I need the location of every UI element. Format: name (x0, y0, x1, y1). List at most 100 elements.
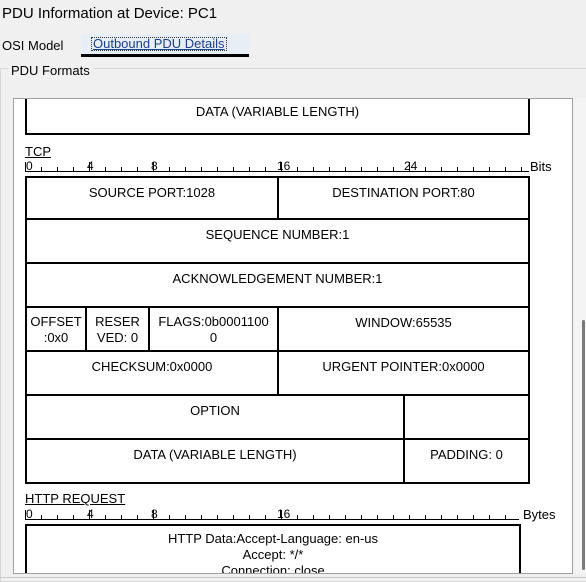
tcp-window-label: WINDOW:65535 (355, 315, 452, 330)
http-tick (233, 515, 234, 519)
tcp-urgent-pointer: URGENT POINTER:0x0000 (277, 352, 530, 396)
http-tick (377, 515, 378, 519)
tcp-tick (377, 167, 378, 171)
tcp-ruler-unit: Bits (530, 159, 552, 174)
http-tick (169, 515, 170, 519)
http-ruler-label: 8 (151, 507, 158, 521)
tcp-padding: PADDING: 0 (403, 440, 530, 484)
pdu-formats-label: PDU Formats (8, 63, 93, 78)
tcp-destination-port: DESTINATION PORT:80 (277, 176, 530, 220)
tcp-flags: FLAGS:0b0001100 0 (150, 308, 279, 352)
http-ruler-unit: Bytes (523, 507, 556, 522)
http-tick (329, 515, 330, 519)
tab-bar: OSI Model Outbound PDU Details (0, 34, 586, 58)
http-data-line3: Connection: close (221, 563, 325, 574)
tcp-ruler-label: 0 (26, 159, 33, 173)
http-tick (457, 515, 458, 519)
tcp-source-port-label: SOURCE PORT:1028 (88, 185, 216, 200)
http-data-line1: HTTP Data:Accept-Language: en-us (167, 531, 379, 546)
tcp-tick (185, 167, 186, 171)
tcp-tick (217, 167, 218, 171)
http-tick (185, 515, 186, 519)
tab-osi-model[interactable]: OSI Model (2, 34, 63, 56)
http-tick (313, 515, 314, 519)
http-data-line2: Accept: */* (242, 547, 304, 562)
ip-data-label: DATA (VARIABLE LENGTH) (195, 104, 360, 119)
ip-data-field: DATA (VARIABLE LENGTH) (25, 99, 530, 135)
tcp-ruler-label: 8 (151, 159, 158, 173)
tcp-sequence-number: SEQUENCE NUMBER:1 (25, 220, 530, 264)
http-tick (249, 515, 250, 519)
http-tick (425, 515, 426, 519)
tcp-destination-port-label: DESTINATION PORT:80 (332, 185, 475, 200)
tcp-option: OPTION (25, 396, 405, 440)
http-tick (201, 515, 202, 519)
http-title: HTTP REQUEST (25, 491, 126, 506)
tcp-tick (41, 167, 42, 171)
tcp-tick (313, 167, 314, 171)
tcp-tick (441, 167, 442, 171)
http-ruler-line (25, 519, 519, 520)
http-tick (361, 515, 362, 519)
tcp-tick (505, 167, 506, 171)
tcp-tick (249, 167, 250, 171)
tcp-tick (457, 167, 458, 171)
tcp-ruler-label: 24 (404, 159, 418, 173)
window-title: PDU Information at Device: PC1 (0, 0, 586, 30)
tcp-tick (73, 167, 74, 171)
tcp-source-port: SOURCE PORT:1028 (25, 176, 279, 220)
tab-outbound-pdu-details[interactable]: Outbound PDU Details (81, 34, 249, 57)
http-tick (217, 515, 218, 519)
tcp-tick (489, 167, 490, 171)
tcp-tick (521, 167, 522, 171)
tcp-flags-line2: 0 (209, 330, 218, 345)
tcp-reserved-line2: VED: 0 (96, 330, 139, 345)
tcp-tick (57, 167, 58, 171)
http-tick (105, 515, 106, 519)
tcp-tick (233, 167, 234, 171)
tcp-tick (201, 167, 202, 171)
scrollbar-thumb[interactable] (582, 320, 585, 570)
tcp-tick (393, 167, 394, 171)
tcp-tick (297, 167, 298, 171)
tcp-tick (105, 167, 106, 171)
tcp-checksum: CHECKSUM:0x0000 (25, 352, 279, 396)
tcp-checksum-label: CHECKSUM:0x0000 (91, 359, 213, 374)
tcp-reserved: RESER VED: 0 (87, 308, 150, 352)
bottom-divider (0, 577, 586, 578)
tcp-tick (121, 167, 122, 171)
http-tick (441, 515, 442, 519)
tcp-ruler-label: 4 (87, 159, 94, 173)
tcp-tick (169, 167, 170, 171)
tcp-reserved-line1: RESER (95, 314, 140, 329)
tcp-offset-line2: :0x0 (43, 330, 69, 345)
tcp-ruler-label: 16 (277, 159, 291, 173)
pdu-scroll-area[interactable]: DATA (VARIABLE LENGTH) TCP 0 4 8 16 24 B… (13, 98, 573, 574)
http-tick (57, 515, 58, 519)
http-tick (297, 515, 298, 519)
http-tick (473, 515, 474, 519)
http-tick (265, 515, 266, 519)
tcp-title: TCP (25, 144, 51, 159)
tcp-data-field: DATA (VARIABLE LENGTH) (25, 440, 405, 484)
http-tick (409, 515, 410, 519)
http-data-field: HTTP Data:Accept-Language: en-us Accept:… (25, 524, 521, 574)
tcp-tick (137, 167, 138, 171)
tcp-window: WINDOW:65535 (277, 308, 530, 352)
tcp-ack-number-label: ACKNOWLEDGEMENT NUMBER:1 (172, 271, 383, 286)
tcp-flags-line1: FLAGS:0b0001100 (158, 314, 269, 329)
http-ruler-label: 16 (277, 507, 291, 521)
http-tick (137, 515, 138, 519)
tab-outbound-label: Outbound PDU Details (91, 36, 227, 51)
tcp-offset: OFFSET :0x0 (25, 308, 87, 352)
http-tick (489, 515, 490, 519)
tcp-sequence-number-label: SEQUENCE NUMBER:1 (205, 227, 350, 242)
http-tick (345, 515, 346, 519)
tcp-tick (425, 167, 426, 171)
tcp-ack-number: ACKNOWLEDGEMENT NUMBER:1 (25, 264, 530, 308)
tcp-urgent-pointer-label: URGENT POINTER:0x0000 (322, 359, 485, 374)
tcp-tick (345, 167, 346, 171)
http-ruler-label: 0 (26, 507, 33, 521)
http-tick (73, 515, 74, 519)
tcp-tick (329, 167, 330, 171)
